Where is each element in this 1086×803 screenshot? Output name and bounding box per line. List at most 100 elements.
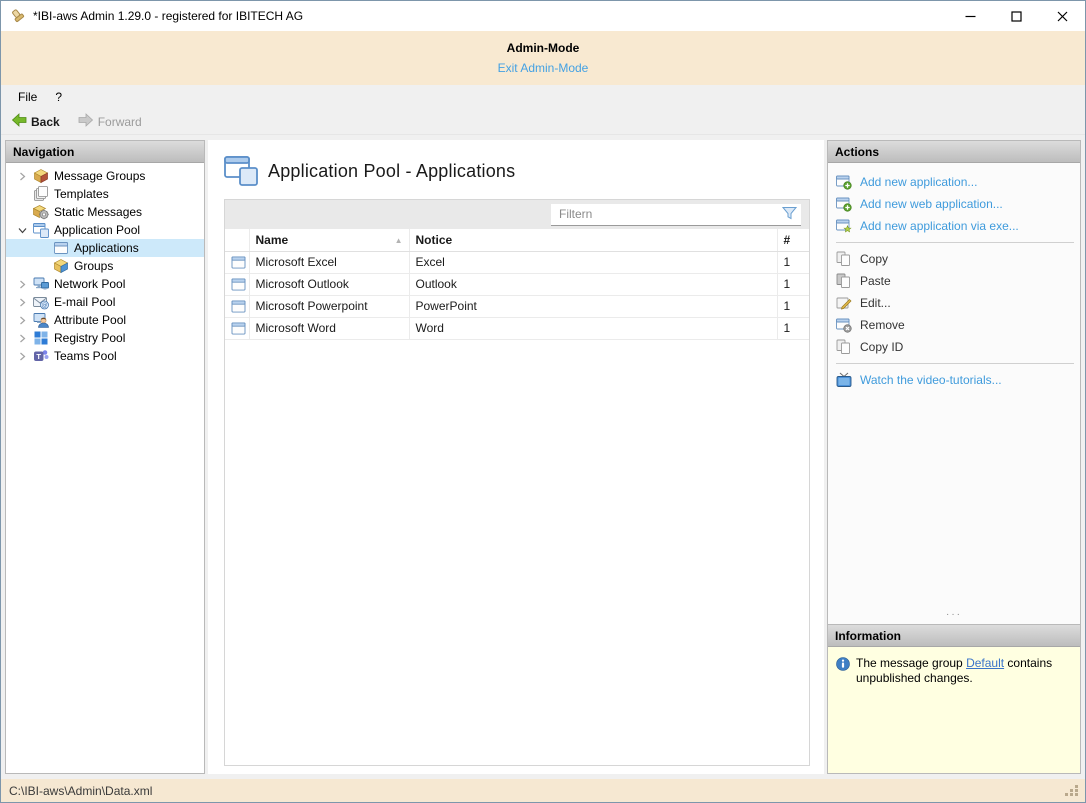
- back-arrow-icon: [11, 113, 27, 130]
- chevron-right-icon[interactable]: [16, 172, 28, 181]
- templates-icon: [33, 186, 49, 202]
- add-new-web-application-link[interactable]: Add new web application...: [836, 193, 1074, 215]
- info-icon: [836, 657, 850, 674]
- actions-list: Add new application... Add new web appli…: [828, 163, 1080, 612]
- information-panel: Information The message group Default co…: [827, 624, 1081, 774]
- menu-help[interactable]: ?: [46, 87, 71, 107]
- watch-video-tutorials-link[interactable]: Watch the video-tutorials...: [836, 369, 1074, 391]
- navigation-toolbar: Back Forward: [1, 109, 1085, 135]
- window-title: *IBI-aws Admin 1.29.0 - registered for I…: [33, 9, 947, 23]
- table-row[interactable]: Microsoft Powerpoint PowerPoint 1: [225, 295, 809, 317]
- exit-admin-mode-link[interactable]: Exit Admin-Mode: [498, 61, 589, 75]
- table-row[interactable]: Microsoft Outlook Outlook 1: [225, 273, 809, 295]
- actions-panel: Actions Add new application... Add new w…: [827, 140, 1081, 624]
- status-bar: C:\IBI-aws\Admin\Data.xml: [1, 779, 1085, 802]
- message-groups-icon: [33, 168, 49, 184]
- panel-splitter-handle[interactable]: ···: [828, 612, 1080, 624]
- filter-bar: [225, 200, 809, 229]
- copy-id-action[interactable]: Copy ID: [836, 336, 1074, 358]
- navigation-header: Navigation: [6, 141, 204, 163]
- paste-action[interactable]: Paste: [836, 270, 1074, 292]
- nav-item-network-pool[interactable]: Network Pool: [6, 275, 204, 293]
- minimize-button[interactable]: [947, 1, 993, 31]
- nav-item-registry-pool[interactable]: Registry Pool: [6, 329, 204, 347]
- svg-text:@: @: [42, 302, 48, 309]
- nav-item-templates[interactable]: Templates: [6, 185, 204, 203]
- add-new-application-via-exe-link[interactable]: Add new application via exe...: [836, 215, 1074, 237]
- network-pool-icon: [33, 276, 49, 292]
- filter-box: [551, 204, 801, 226]
- filter-funnel-icon[interactable]: [782, 206, 797, 223]
- email-pool-icon: @: [33, 294, 49, 310]
- copy-icon: [836, 251, 852, 267]
- nav-item-application-pool[interactable]: Application Pool: [6, 221, 204, 239]
- forward-arrow-icon: [78, 113, 94, 130]
- static-messages-icon: [33, 204, 49, 220]
- navigation-panel: Navigation Message Groups Templates Stat…: [5, 140, 205, 774]
- groups-icon: [53, 258, 69, 274]
- close-button[interactable]: [1039, 1, 1085, 31]
- app-window: *IBI-aws Admin 1.29.0 - registered for I…: [0, 0, 1086, 803]
- nav-item-applications[interactable]: Applications: [6, 239, 204, 257]
- information-message: The message group Default contains unpub…: [856, 656, 1072, 686]
- window-remove-icon: [836, 317, 852, 333]
- application-window-icon: [225, 317, 249, 339]
- notice-column-header[interactable]: Notice: [409, 229, 777, 251]
- page-title: Application Pool - Applications: [268, 161, 515, 182]
- applications-list-panel: Name▲ Notice # Microsoft Excel Excel 1 M…: [224, 199, 810, 766]
- forward-button[interactable]: Forward: [74, 111, 146, 132]
- window-star-icon: [836, 218, 852, 234]
- chevron-down-icon[interactable]: [16, 226, 28, 235]
- actions-header: Actions: [828, 141, 1080, 163]
- chevron-right-icon[interactable]: [16, 280, 28, 289]
- nav-item-static-messages[interactable]: Static Messages: [6, 203, 204, 221]
- separator: [836, 242, 1074, 243]
- chevron-right-icon[interactable]: [16, 298, 28, 307]
- table-row[interactable]: Microsoft Word Word 1: [225, 317, 809, 339]
- chevron-right-icon[interactable]: [16, 352, 28, 361]
- remove-action[interactable]: Remove: [836, 314, 1074, 336]
- navigation-tree: Message Groups Templates Static Messages…: [6, 163, 204, 365]
- svg-text:T: T: [36, 352, 41, 361]
- application-pool-large-icon: [224, 154, 258, 189]
- default-message-group-link[interactable]: Default: [966, 656, 1004, 670]
- copy-icon: [836, 339, 852, 355]
- chevron-right-icon[interactable]: [16, 316, 28, 325]
- applications-table: Name▲ Notice # Microsoft Excel Excel 1 M…: [225, 229, 809, 340]
- menu-bar: File ?: [1, 85, 1085, 109]
- add-new-application-link[interactable]: Add new application...: [836, 171, 1074, 193]
- nav-item-message-groups[interactable]: Message Groups: [6, 167, 204, 185]
- icon-column-header[interactable]: [225, 229, 249, 251]
- edit-pencil-icon: [836, 295, 852, 311]
- back-button[interactable]: Back: [7, 111, 64, 132]
- resize-grip[interactable]: [1065, 785, 1079, 796]
- separator: [836, 363, 1074, 364]
- content-area: Navigation Message Groups Templates Stat…: [1, 135, 1085, 779]
- applications-icon: [53, 240, 69, 256]
- application-window-icon: [225, 273, 249, 295]
- maximize-button[interactable]: [993, 1, 1039, 31]
- teams-pool-icon: T: [33, 348, 49, 364]
- admin-mode-title: Admin-Mode: [1, 41, 1085, 55]
- menu-file[interactable]: File: [9, 87, 46, 107]
- application-window-icon: [225, 295, 249, 317]
- nav-item-teams-pool[interactable]: T Teams Pool: [6, 347, 204, 365]
- table-header-row: Name▲ Notice #: [225, 229, 809, 251]
- nav-item-groups[interactable]: Groups: [6, 257, 204, 275]
- window-add-icon: [836, 174, 852, 190]
- filter-input[interactable]: [559, 207, 782, 221]
- edit-action[interactable]: Edit...: [836, 292, 1074, 314]
- chevron-right-icon[interactable]: [16, 334, 28, 343]
- information-body: The message group Default contains unpub…: [828, 647, 1080, 773]
- nav-item-email-pool[interactable]: @ E-mail Pool: [6, 293, 204, 311]
- name-column-header[interactable]: Name▲: [249, 229, 409, 251]
- information-header: Information: [828, 625, 1080, 647]
- application-window-icon: [225, 251, 249, 273]
- nav-item-attribute-pool[interactable]: Attribute Pool: [6, 311, 204, 329]
- copy-action[interactable]: Copy: [836, 248, 1074, 270]
- count-column-header[interactable]: #: [777, 229, 809, 251]
- window-controls: [947, 1, 1085, 31]
- admin-mode-banner: Admin-Mode Exit Admin-Mode: [1, 31, 1085, 85]
- table-row[interactable]: Microsoft Excel Excel 1: [225, 251, 809, 273]
- tv-icon: [836, 372, 852, 388]
